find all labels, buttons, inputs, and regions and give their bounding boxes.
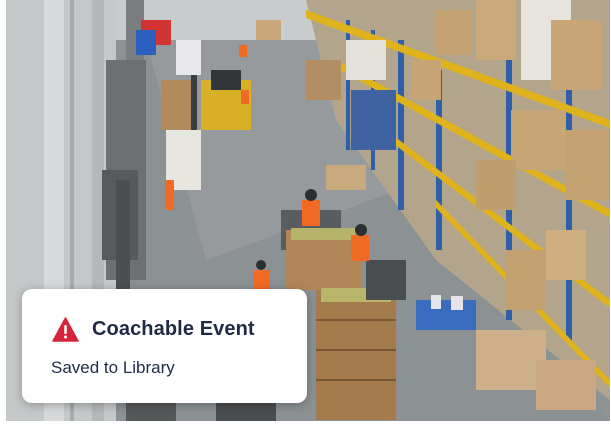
- coachable-event-toast: Coachable Event Saved to Library: [22, 289, 307, 403]
- warning-triangle-icon: [52, 317, 79, 342]
- toast-header: Coachable Event: [52, 317, 255, 342]
- toast-subtitle: Saved to Library: [51, 358, 175, 377]
- toast-title: Coachable Event: [92, 318, 255, 340]
